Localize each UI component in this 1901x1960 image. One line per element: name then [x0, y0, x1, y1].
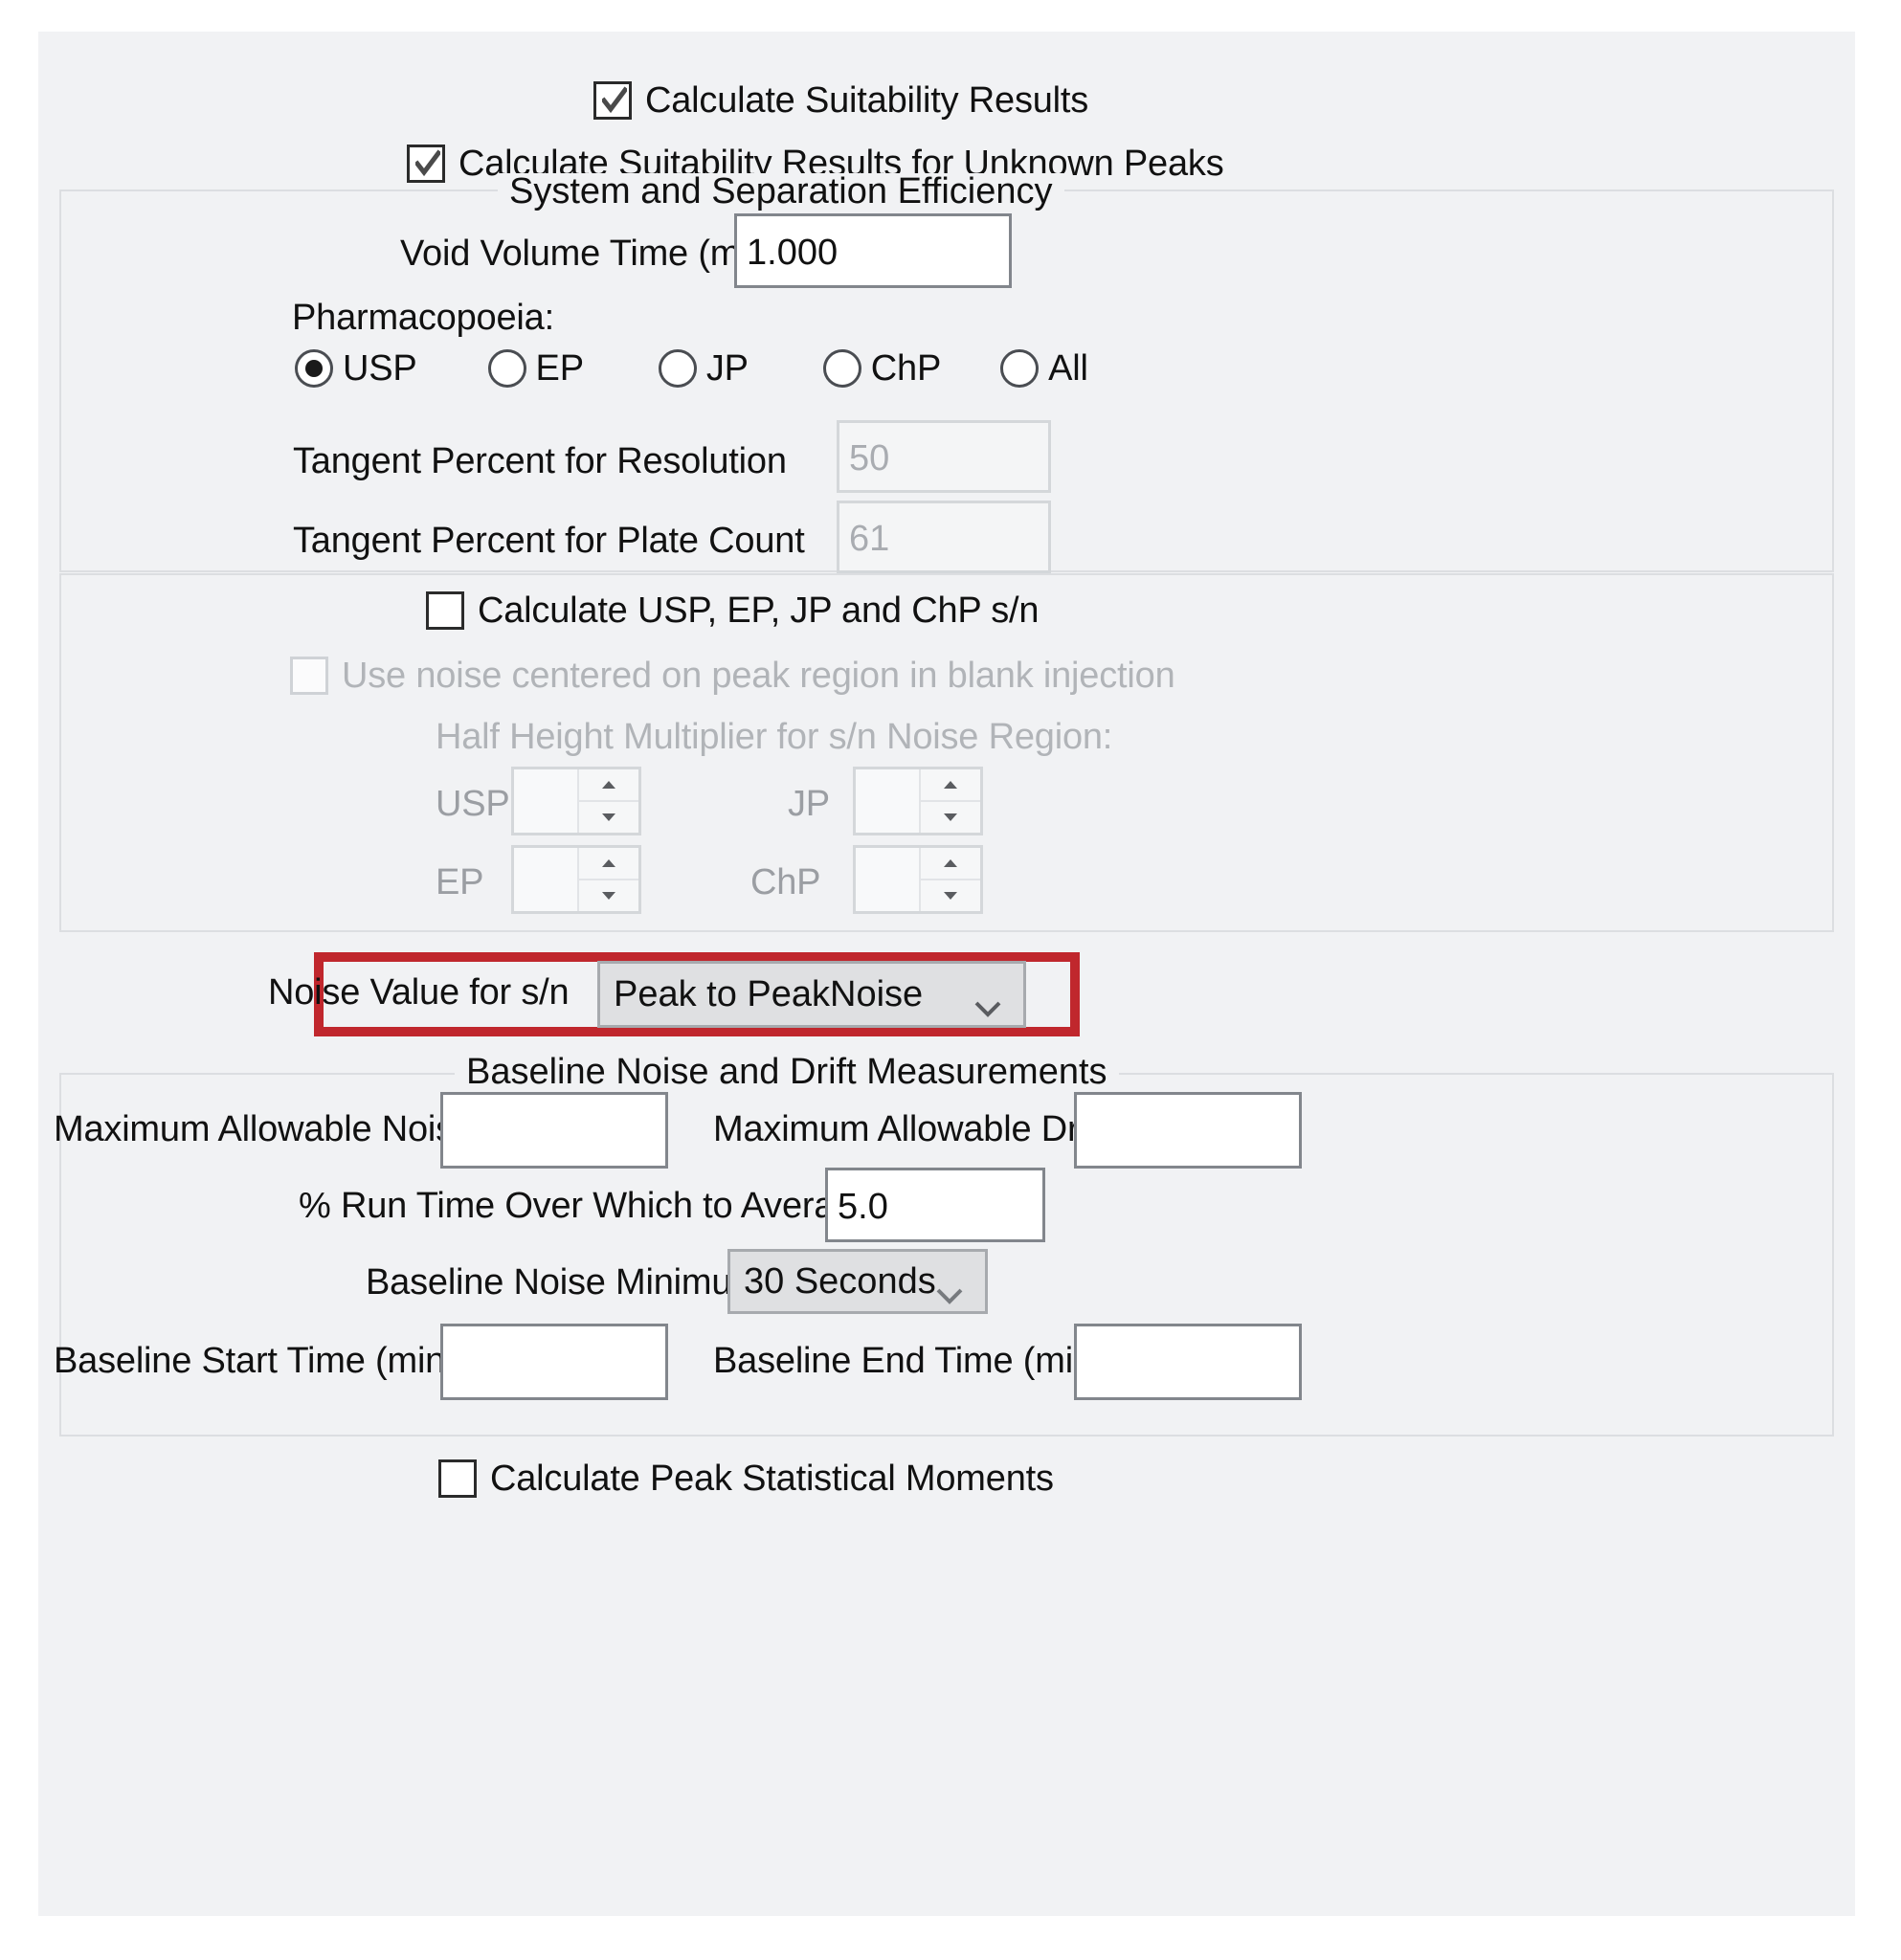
- radio-label-chp: ChP: [870, 348, 942, 389]
- spinner-up-icon[interactable]: [579, 769, 638, 800]
- radio-pharmacopoeia-jp[interactable]: JP: [658, 348, 749, 389]
- group-title-baseline-noise-drift: Baseline Noise and Drift Measurements: [455, 1054, 1119, 1090]
- radio-circle-jp[interactable]: [658, 349, 697, 388]
- dropdown-value-noise-value-for-sn: Peak to PeakNoise: [614, 973, 924, 1014]
- radio-circle-usp[interactable]: [295, 349, 333, 388]
- label-maximum-allowable-drift: Maximum Allowable Drift: [713, 1109, 1107, 1149]
- spinner-down-icon[interactable]: [921, 800, 980, 833]
- checkbox-label-use-noise-blank-injection: Use noise centered on peak region in bla…: [342, 656, 1175, 696]
- input-void-volume-time[interactable]: 1.000: [734, 213, 1012, 288]
- group-title-system-separation-efficiency: System and Separation Efficiency: [498, 173, 1064, 210]
- input-maximum-allowable-noise[interactable]: [440, 1092, 668, 1169]
- input-tangent-percent-resolution[interactable]: 50: [837, 420, 1051, 493]
- spinner-up-icon[interactable]: [921, 769, 980, 800]
- radio-circle-all[interactable]: [1000, 349, 1040, 388]
- spinner-buttons-multiplier-ep: [577, 848, 638, 911]
- label-pharmacopoeia: Pharmacopoeia:: [292, 298, 554, 338]
- spinner-up-icon[interactable]: [921, 848, 980, 879]
- checkbox-calculate-suitability-results[interactable]: Calculate Suitability Results: [593, 81, 1088, 120]
- label-run-time-over-which-to-average: % Run Time Over Which to Average: [299, 1186, 875, 1226]
- radio-label-usp: USP: [343, 348, 417, 389]
- suitability-settings-panel: Calculate Suitability Results Calculate …: [38, 32, 1855, 1916]
- spinner-multiplier-jp[interactable]: [853, 767, 983, 835]
- checkbox-box-calculate-suitability-unknown-peaks[interactable]: [407, 145, 445, 183]
- label-maximum-allowable-noise: Maximum Allowable Noise: [54, 1109, 474, 1149]
- spinner-multiplier-usp[interactable]: [511, 767, 641, 835]
- input-tangent-percent-plate-count[interactable]: 61: [837, 501, 1051, 573]
- dropdown-baseline-noise-minimum[interactable]: 30 Seconds: [727, 1249, 988, 1314]
- spinner-field-multiplier-usp[interactable]: [514, 769, 577, 833]
- label-baseline-noise-minimum: Baseline Noise Minimum: [366, 1262, 762, 1303]
- label-multiplier-chp: ChP: [750, 862, 821, 902]
- checkbox-use-noise-blank-injection: Use noise centered on peak region in bla…: [290, 657, 1175, 695]
- spinner-field-multiplier-chp[interactable]: [856, 848, 919, 911]
- label-baseline-end-time: Baseline End Time (min): [713, 1341, 1106, 1381]
- label-tangent-percent-resolution: Tangent Percent for Resolution: [293, 441, 787, 481]
- label-multiplier-ep: EP: [436, 862, 484, 902]
- checkmark-icon: [415, 149, 440, 178]
- radio-pharmacopoeia-usp[interactable]: USP: [295, 349, 417, 388]
- checkbox-label-calculate-sn: Calculate USP, EP, JP and ChP s/n: [478, 590, 1040, 631]
- spinner-down-icon[interactable]: [579, 879, 638, 911]
- radio-circle-ep[interactable]: [487, 349, 526, 388]
- dropdown-noise-value-for-sn[interactable]: Peak to PeakNoise: [597, 961, 1026, 1028]
- spinner-buttons-multiplier-jp: [919, 769, 980, 833]
- radio-pharmacopoeia-all[interactable]: All: [1000, 349, 1088, 388]
- screenshot-root: Calculate Suitability Results Calculate …: [0, 0, 1901, 1960]
- checkbox-box-calculate-suitability-results[interactable]: [593, 81, 632, 120]
- checkbox-calculate-sn[interactable]: Calculate USP, EP, JP and ChP s/n: [426, 591, 1039, 630]
- spinner-field-multiplier-ep[interactable]: [514, 848, 577, 911]
- spinner-multiplier-chp[interactable]: [853, 845, 983, 914]
- spinner-buttons-multiplier-chp: [919, 848, 980, 911]
- dropdown-value-baseline-noise-minimum: 30 Seconds: [744, 1260, 936, 1302]
- checkbox-label-calculate-suitability-results: Calculate Suitability Results: [645, 80, 1089, 121]
- input-run-time-over-which-to-average[interactable]: 5.0: [825, 1168, 1045, 1242]
- label-multiplier-jp: JP: [788, 784, 830, 824]
- checkbox-box-use-noise-blank-injection: [290, 657, 328, 695]
- radio-pharmacopoeia-ep[interactable]: EP: [487, 348, 584, 389]
- checkmark-icon: [602, 86, 627, 115]
- checkbox-label-calculate-peak-statistical-moments: Calculate Peak Statistical Moments: [490, 1459, 1054, 1499]
- radio-label-all: All: [1048, 348, 1088, 389]
- label-tangent-percent-plate-count: Tangent Percent for Plate Count: [293, 521, 805, 561]
- input-baseline-start-time[interactable]: [440, 1324, 668, 1400]
- radio-pharmacopoeia-chp[interactable]: ChP: [822, 348, 942, 389]
- chevron-down-icon[interactable]: [935, 1273, 964, 1304]
- spinner-buttons-multiplier-usp: [577, 769, 638, 833]
- label-baseline-start-time: Baseline Start Time (min): [54, 1341, 458, 1381]
- spinner-down-icon[interactable]: [921, 879, 980, 911]
- spinner-multiplier-ep[interactable]: [511, 845, 641, 914]
- label-half-height-multiplier: Half Height Multiplier for s/n Noise Reg…: [436, 717, 1113, 757]
- spinner-up-icon[interactable]: [579, 848, 638, 879]
- checkbox-box-calculate-sn[interactable]: [426, 591, 464, 630]
- checkbox-calculate-peak-statistical-moments[interactable]: Calculate Peak Statistical Moments: [438, 1459, 1054, 1498]
- label-noise-value-for-sn: Noise Value for s/n: [268, 972, 570, 1013]
- radio-dot-icon: [305, 360, 323, 377]
- input-baseline-end-time[interactable]: [1074, 1324, 1302, 1400]
- label-void-volume-time: Void Volume Time (min): [400, 234, 780, 274]
- radio-label-ep: EP: [535, 348, 584, 389]
- chevron-down-icon[interactable]: [973, 986, 1002, 1017]
- label-multiplier-usp: USP: [436, 784, 510, 824]
- radio-group-pharmacopoeia: USP EP JP ChP All: [295, 349, 1088, 388]
- checkbox-box-calculate-peak-statistical-moments[interactable]: [438, 1459, 477, 1498]
- input-maximum-allowable-drift[interactable]: [1074, 1092, 1302, 1169]
- radio-label-jp: JP: [705, 348, 749, 389]
- spinner-down-icon[interactable]: [579, 800, 638, 833]
- radio-circle-chp[interactable]: [822, 349, 861, 388]
- spinner-field-multiplier-jp[interactable]: [856, 769, 919, 833]
